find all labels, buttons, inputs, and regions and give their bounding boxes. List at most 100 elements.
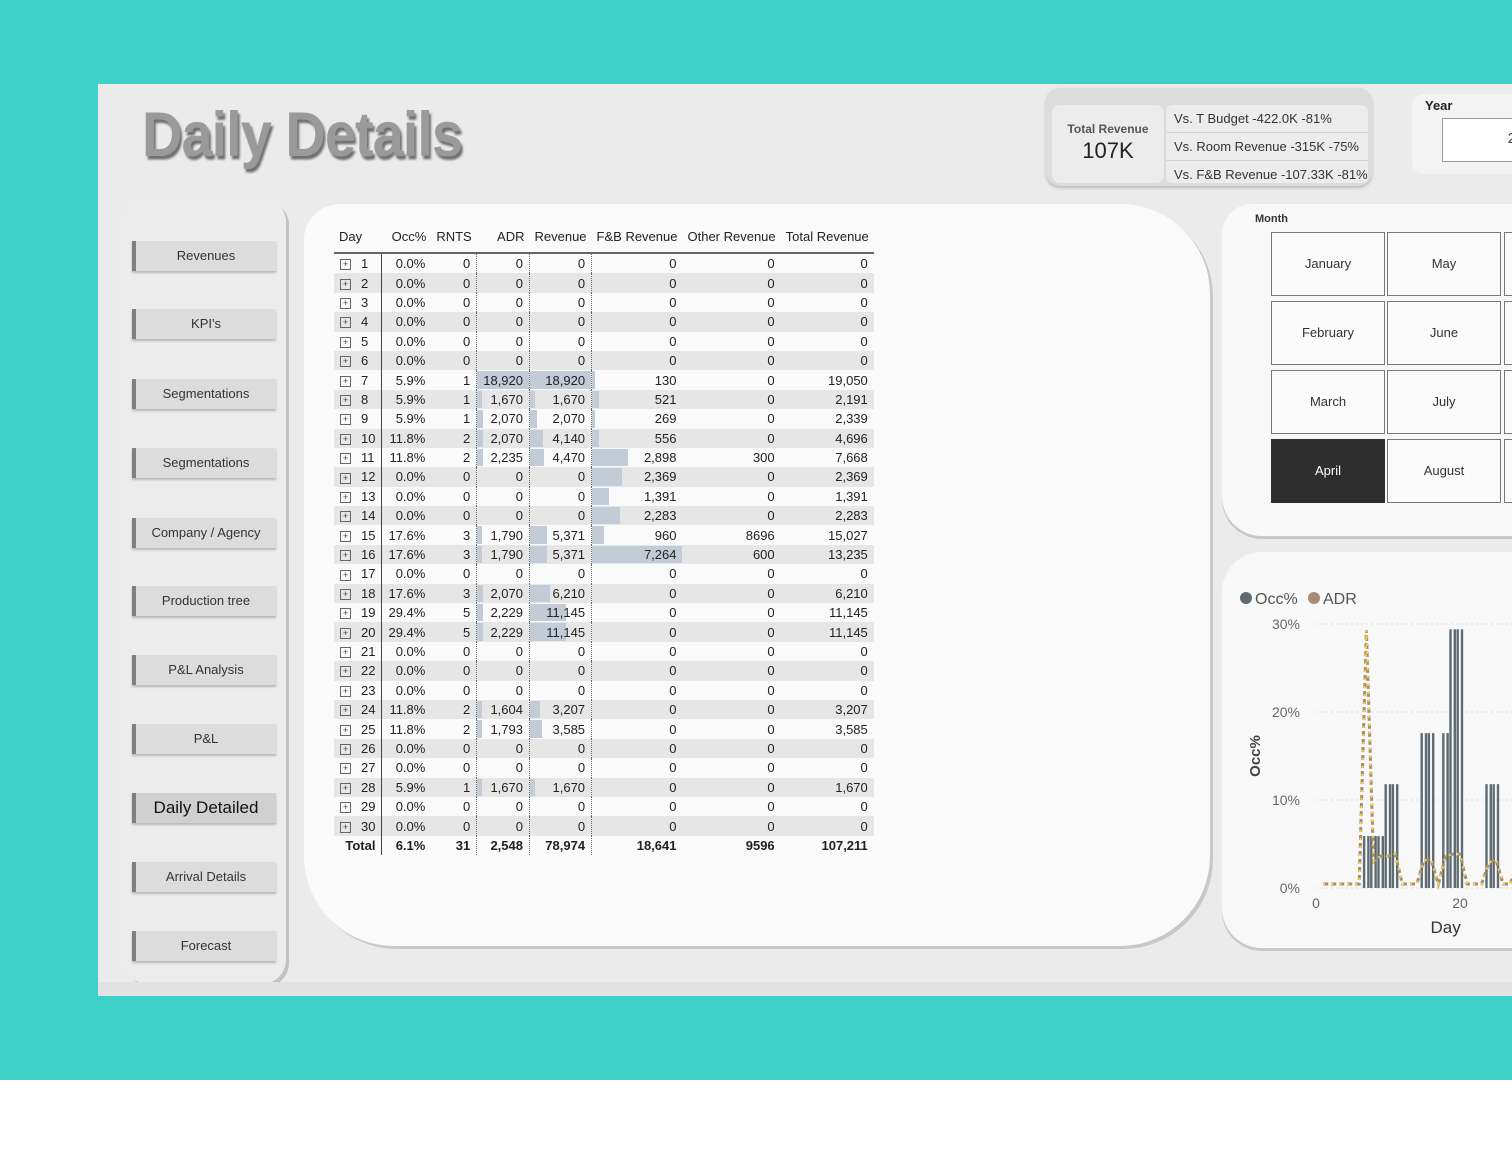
month-button-july[interactable]: July <box>1387 370 1501 434</box>
expand-icon[interactable]: + <box>340 278 351 290</box>
cell-f-b-revenue: 960 <box>591 525 683 545</box>
expand-icon[interactable]: + <box>340 569 351 581</box>
expand-icon[interactable]: + <box>340 394 351 406</box>
expand-icon[interactable]: + <box>340 627 351 639</box>
cell-revenue: 0 <box>528 350 592 371</box>
month-button-february[interactable]: February <box>1271 301 1385 365</box>
cell-total-revenue: 0 <box>780 816 874 836</box>
month-button-may[interactable]: May <box>1387 232 1501 296</box>
nav-button-revenues[interactable]: Revenues <box>132 241 276 271</box>
table-row: +13 0.0% 0 0 0 1,391 0 1,391 <box>334 486 874 507</box>
expand-icon[interactable]: + <box>340 433 351 445</box>
month-button-january[interactable]: January <box>1271 232 1385 296</box>
expand-icon[interactable]: + <box>340 685 351 697</box>
cell-occ: 0.0% <box>381 506 432 526</box>
cell-rnts: 2 <box>463 450 471 466</box>
nav-button-forecast[interactable]: Forecast <box>132 931 276 961</box>
day-value: 27 <box>361 760 376 776</box>
month-button-clipped[interactable] <box>1504 301 1512 365</box>
expand-icon[interactable]: + <box>340 356 351 368</box>
cell-value: 1,670 <box>552 391 586 407</box>
cell-value: 4,470 <box>552 450 586 466</box>
cell-f-b-revenue: 0 <box>591 796 683 817</box>
expand-icon[interactable]: + <box>340 821 351 833</box>
expand-icon[interactable]: + <box>340 724 351 736</box>
column-header-rnts[interactable]: RNTS <box>431 220 477 254</box>
nav-button-p-l[interactable]: P&L <box>132 724 276 754</box>
kpi-card: Total Revenue 107K Vs. T Budget -422.0K … <box>1046 88 1372 186</box>
expand-icon[interactable]: + <box>340 802 351 814</box>
data-bar <box>477 429 483 447</box>
column-header-occ[interactable]: Occ% <box>381 220 432 254</box>
cell-adr: 1,670 <box>476 389 530 410</box>
cell-occ: 17.6% <box>381 583 432 604</box>
day-value: 29 <box>361 799 376 815</box>
expand-icon[interactable]: + <box>340 472 351 484</box>
nav-button-daily-detailed[interactable]: Daily Detailed <box>132 793 276 823</box>
cell-value: 2,235 <box>490 450 523 466</box>
expand-icon[interactable]: + <box>340 511 351 523</box>
nav-button-production-tree[interactable]: Production tree <box>132 586 276 616</box>
data-bar <box>530 700 541 719</box>
column-header-total-revenue[interactable]: Total Revenue <box>780 220 874 254</box>
column-header-adr[interactable]: ADR <box>476 220 530 254</box>
expand-icon[interactable]: + <box>340 336 351 348</box>
expand-icon[interactable]: + <box>340 588 351 600</box>
cell-revenue: 5,371 <box>528 544 592 565</box>
expand-icon[interactable]: + <box>340 530 351 542</box>
expand-icon[interactable]: + <box>340 608 351 620</box>
month-button-august[interactable]: August <box>1387 439 1501 503</box>
expand-icon[interactable]: + <box>340 763 351 775</box>
expand-icon[interactable]: + <box>340 375 351 387</box>
cell-total-revenue: 11,145 <box>780 622 874 642</box>
table-row: +29 0.0% 0 0 0 0 0 0 <box>334 796 874 817</box>
cell-total-revenue: 0 <box>860 644 868 659</box>
expand-icon[interactable]: + <box>340 782 351 794</box>
report-canvas: Daily Details Total Revenue 107K Vs. T B… <box>98 84 1512 996</box>
cell-total-revenue: 0 <box>780 273 874 293</box>
expand-icon[interactable]: + <box>340 705 351 717</box>
month-button-clipped[interactable] <box>1504 439 1512 503</box>
expand-icon[interactable]: + <box>340 453 351 465</box>
expand-icon[interactable]: + <box>340 550 351 562</box>
day-value: 20 <box>361 624 376 640</box>
cell-rnts: 2 <box>463 721 471 737</box>
column-header-other-revenue[interactable]: Other Revenue <box>682 220 781 254</box>
expand-icon[interactable]: + <box>340 317 351 329</box>
kpi-label: Total Revenue <box>1067 122 1149 136</box>
cell-rnts: 0 <box>431 312 477 332</box>
expand-icon[interactable]: + <box>340 666 351 678</box>
nav-button-segmentations[interactable]: Segmentations <box>132 448 276 478</box>
expand-icon[interactable]: + <box>340 647 351 659</box>
month-button-june[interactable]: June <box>1387 301 1501 365</box>
day-value: 28 <box>361 779 376 795</box>
expand-icon[interactable]: + <box>340 414 351 426</box>
cell-other-revenue: 0 <box>682 389 781 410</box>
cell-other-revenue: 0 <box>682 312 781 332</box>
nav-button-p-l-analysis[interactable]: P&L Analysis <box>132 655 276 685</box>
y-axis-label: Occ% <box>1247 735 1264 777</box>
cell-revenue: 0 <box>528 467 592 487</box>
expand-icon[interactable]: + <box>340 298 351 310</box>
expand-icon[interactable]: + <box>340 744 351 756</box>
month-button-clipped[interactable] <box>1504 232 1512 296</box>
cell-day: +21 <box>334 642 382 661</box>
cell-f-b-revenue: 2,283 <box>591 506 683 526</box>
nav-button-segmentations[interactable]: Segmentations <box>132 379 276 409</box>
month-button-april[interactable]: April <box>1271 439 1385 503</box>
column-header-f-b-revenue[interactable]: F&B Revenue <box>591 220 683 254</box>
month-button-march[interactable]: March <box>1271 370 1385 434</box>
nav-button-arrival-details[interactable]: Arrival Details <box>132 862 276 892</box>
cell-revenue: 3,585 <box>528 719 592 739</box>
nav-button-kpi-s[interactable]: KPI's <box>132 309 276 339</box>
column-header-day[interactable]: Day <box>334 220 382 254</box>
cell-rnts: 5 <box>431 622 477 642</box>
expand-icon[interactable]: + <box>340 259 351 271</box>
month-button-clipped[interactable] <box>1504 370 1512 434</box>
nav-button-company-agency[interactable]: Company / Agency <box>132 518 276 548</box>
kpi-comparison-budget: Vs. T Budget -422.0K -81% <box>1166 105 1368 133</box>
expand-icon[interactable]: + <box>340 491 351 503</box>
cell-rnts: 0 <box>431 467 477 487</box>
column-header-revenue[interactable]: Revenue <box>529 220 592 254</box>
year-dropdown[interactable]: 2024 <box>1442 118 1512 162</box>
